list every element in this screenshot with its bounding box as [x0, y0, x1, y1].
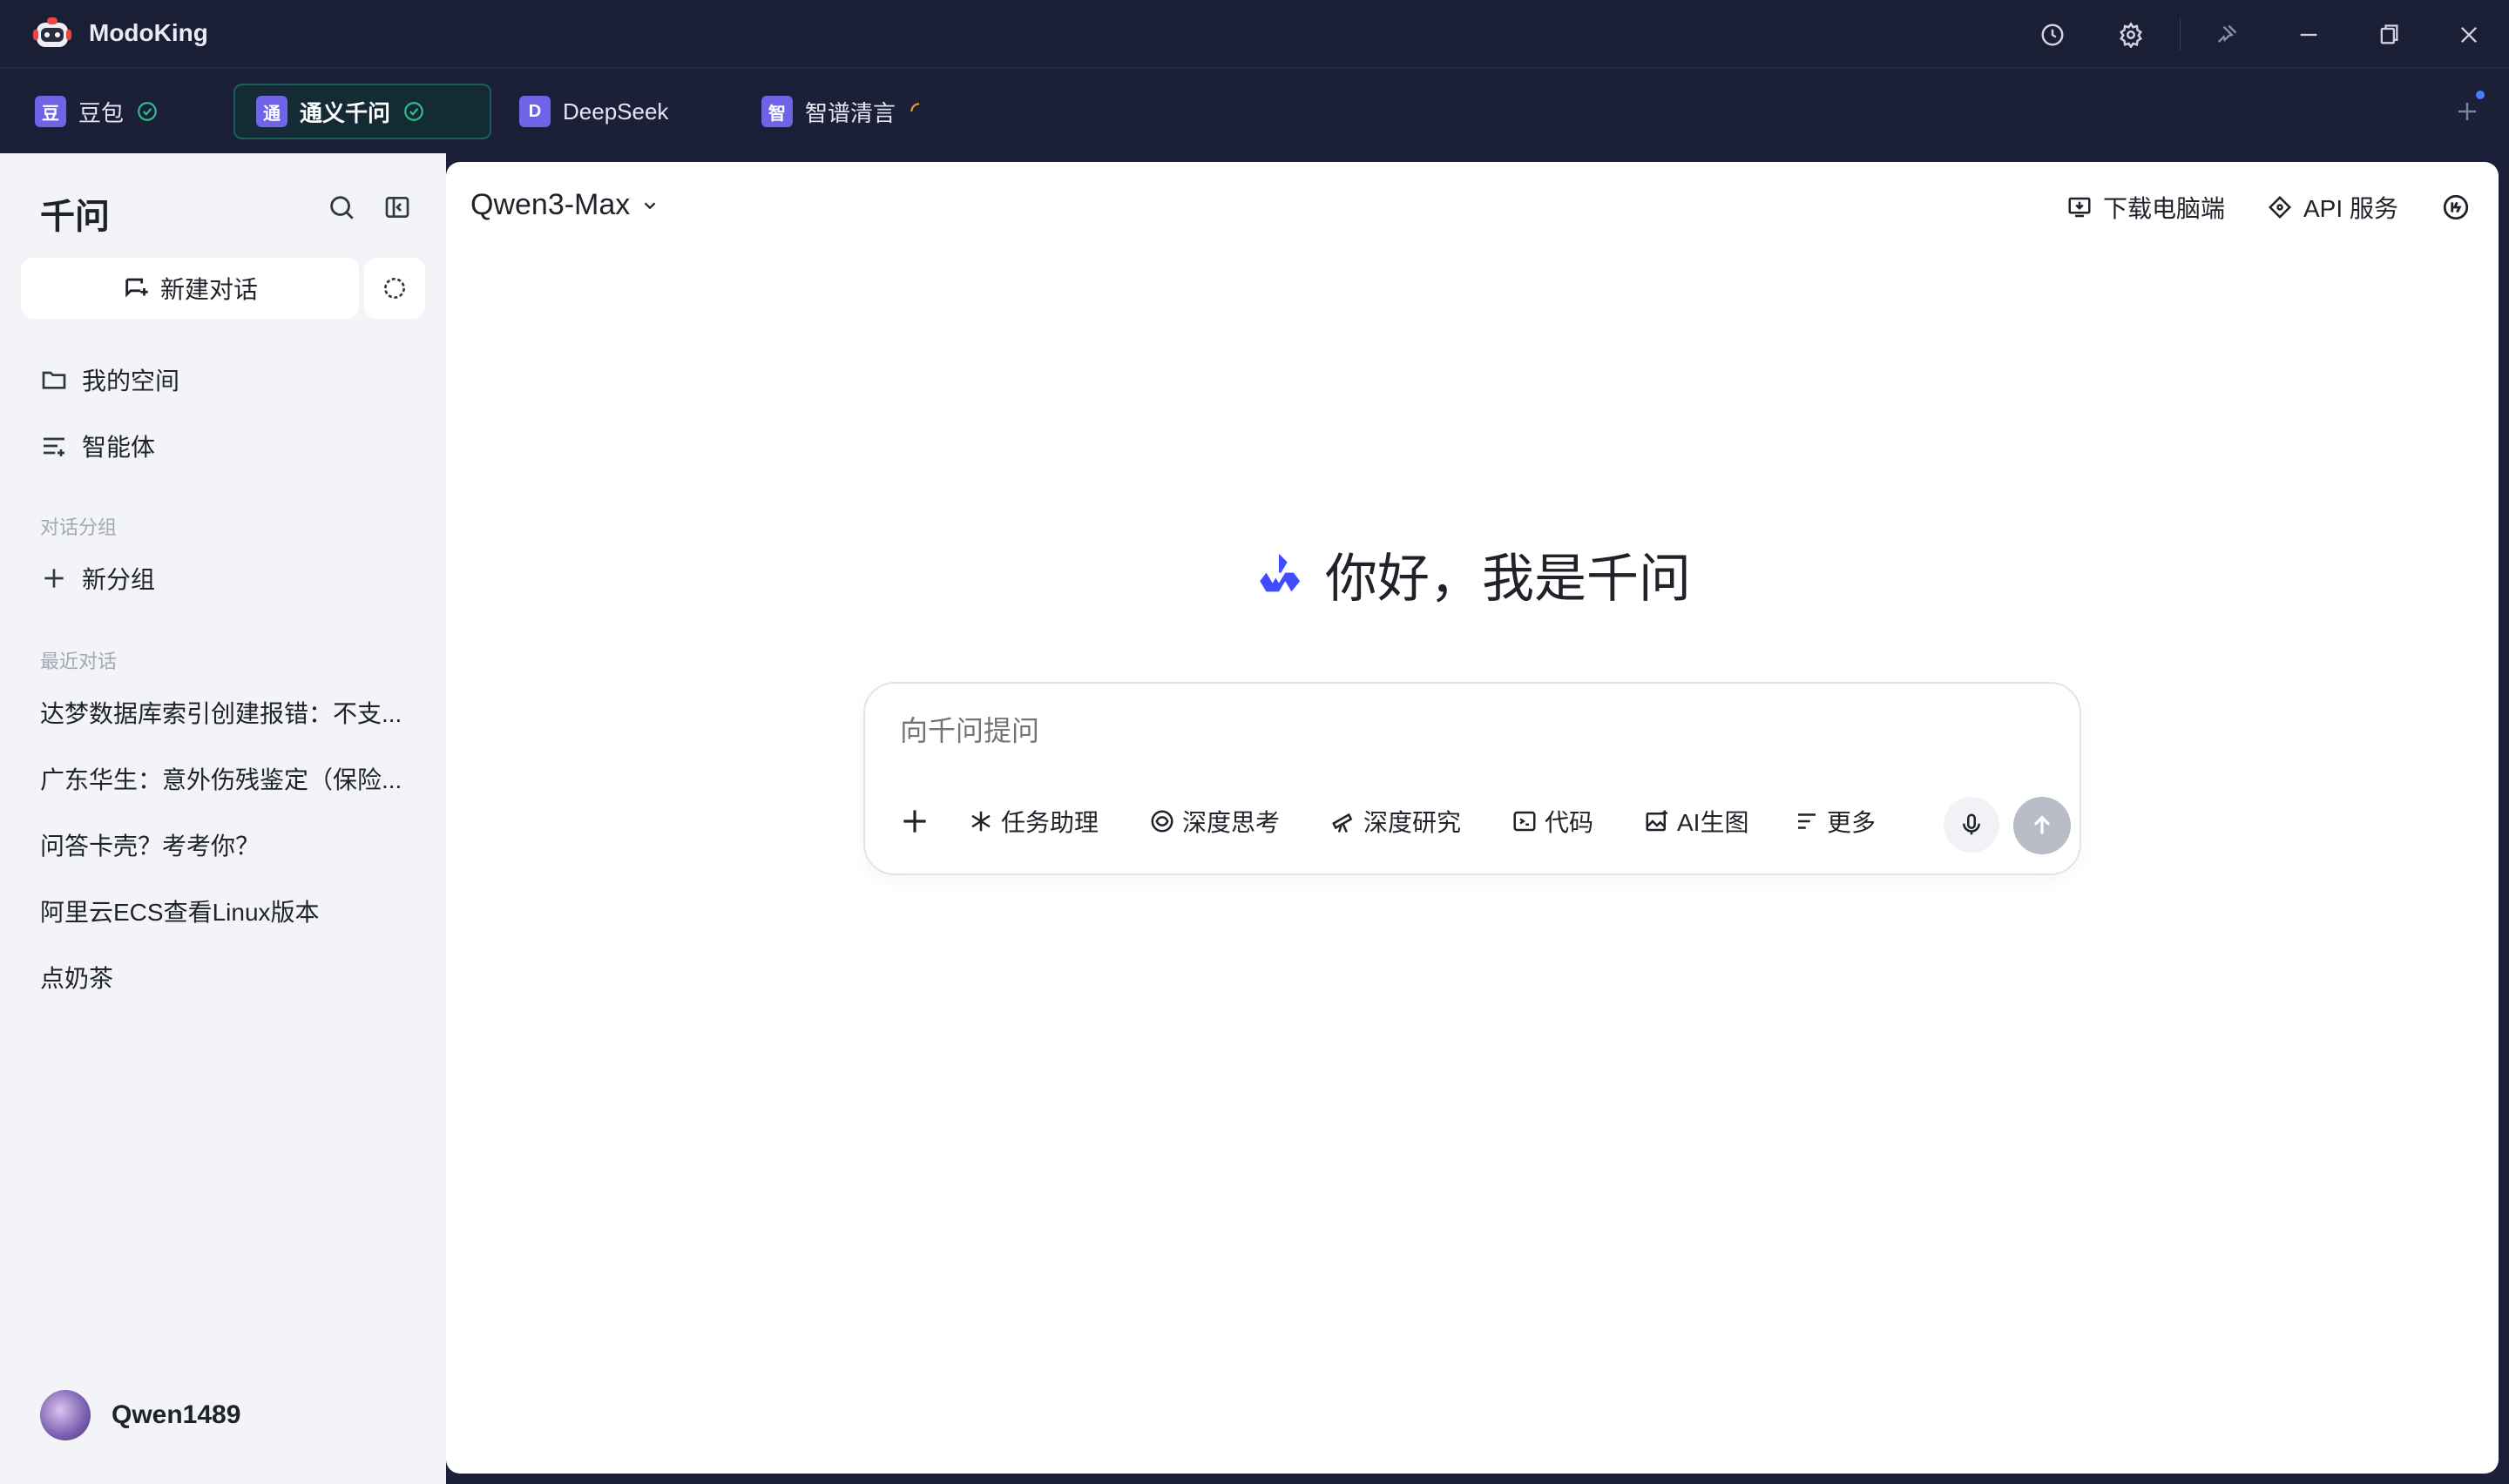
- tool-ai-image[interactable]: AI生图: [1644, 800, 1748, 842]
- download-icon: [2068, 197, 2091, 218]
- download-label: 下载电脑端: [2103, 195, 2226, 222]
- app-title: ModoKing: [89, 19, 208, 46]
- plus-icon: [903, 810, 926, 833]
- send-button[interactable]: [2013, 797, 2071, 854]
- sidebar-item-my-space[interactable]: 我的空间: [40, 361, 179, 399]
- history-icon[interactable]: [2033, 16, 2072, 54]
- tab-zhipu-qingyan[interactable]: 智 智谱清言: [761, 84, 953, 139]
- tool-more[interactable]: 更多: [1794, 800, 1876, 842]
- loading-spinner-icon: [908, 100, 930, 123]
- tab-badge: 豆: [35, 96, 66, 127]
- tab-label: 通义千问: [300, 99, 391, 126]
- tool-label: 深度思考: [1182, 809, 1281, 836]
- search-icon[interactable]: [322, 188, 361, 226]
- model-name: Qwen3-Max: [470, 188, 631, 221]
- recent-chat-item[interactable]: 阿里云ECS查看Linux版本: [40, 894, 415, 928]
- download-desktop-button[interactable]: 下载电脑端: [2066, 188, 2225, 226]
- avatar: [40, 1390, 91, 1440]
- close-icon[interactable]: [2450, 16, 2488, 54]
- user-profile[interactable]: Qwen1489: [40, 1390, 240, 1440]
- more-icon: [1798, 813, 1816, 829]
- new-group-button[interactable]: 新分组: [40, 559, 155, 597]
- restore-icon[interactable]: [2370, 16, 2408, 54]
- attach-button[interactable]: [898, 800, 938, 842]
- new-group-label: 新分组: [82, 566, 156, 593]
- agent-list-icon: [44, 437, 64, 456]
- recent-chat-item[interactable]: 问答卡壳？考考你？: [40, 827, 415, 862]
- chat-input[interactable]: [900, 715, 2032, 747]
- tool-label: 更多: [1827, 809, 1877, 836]
- greeting-text: 你好，我是千问: [1325, 550, 1691, 608]
- tool-deep-research[interactable]: 深度研究: [1330, 800, 1461, 842]
- membership-icon[interactable]: [2441, 188, 2481, 226]
- sidebar: 千问 新建对话 我的空间 智能体 对话分组 新分组 最近对话 达梦数据库索引创建…: [0, 153, 446, 1484]
- new-chat-icon: [125, 278, 148, 298]
- deep-think-icon: [1151, 810, 1173, 833]
- tool-label: 深度研究: [1363, 809, 1462, 836]
- greeting: 你好，我是千问: [446, 536, 2499, 612]
- api-label: API 服务: [2303, 195, 2398, 222]
- minimize-icon[interactable]: [2289, 16, 2328, 54]
- chevron-down-icon: [644, 201, 656, 209]
- settings-icon[interactable]: [2112, 16, 2150, 54]
- section-label-groups: 对话分组: [40, 516, 118, 538]
- qwen-logo-icon: [1260, 553, 1301, 591]
- tab-label: DeepSeek: [563, 98, 669, 125]
- new-chat-button[interactable]: 新建对话: [21, 258, 359, 319]
- arrow-up-icon: [2033, 815, 2051, 834]
- collapse-sidebar-icon[interactable]: [378, 188, 416, 226]
- check-circle-icon: [402, 100, 425, 123]
- api-service-button[interactable]: API 服务: [2267, 188, 2398, 226]
- pin-icon[interactable]: [2208, 16, 2246, 54]
- new-chat-label: 新建对话: [159, 276, 258, 303]
- tool-label: 代码: [1545, 809, 1594, 836]
- telescope-icon: [1332, 813, 1353, 833]
- tab-tongyi-qianwen[interactable]: 通 通义千问: [233, 84, 491, 139]
- tab-deepseek[interactable]: D DeepSeek: [519, 84, 711, 139]
- tool-label: 任务助理: [1001, 809, 1099, 836]
- chat-composer: 任务助理 深度思考 深度研究 代码 AI生图 更多: [863, 682, 2081, 875]
- main-panel: Qwen3-Max 下载电脑端 API 服务 你好，我是千问 任务助理 深度思考: [446, 162, 2499, 1474]
- api-icon: [2268, 195, 2292, 219]
- microphone-icon[interactable]: [1944, 797, 1999, 853]
- sidebar-item-agents[interactable]: 智能体: [40, 427, 155, 465]
- folder-icon: [42, 371, 66, 389]
- tool-deep-think[interactable]: 深度思考: [1149, 800, 1280, 842]
- check-circle-icon: [136, 100, 159, 123]
- tool-label: AI生图: [1677, 809, 1749, 836]
- sidebar-item-label: 智能体: [82, 434, 156, 461]
- sidebar-item-label: 我的空间: [82, 368, 180, 395]
- recent-chat-item[interactable]: 达梦数据库索引创建报错：不支...: [40, 695, 415, 730]
- notification-dot: [2476, 91, 2485, 99]
- code-icon: [1513, 811, 1536, 832]
- image-gen-icon: [1646, 810, 1667, 832]
- section-label-recent: 最近对话: [40, 651, 118, 672]
- tool-task-assistant[interactable]: 任务助理: [968, 800, 1099, 842]
- tab-badge: D: [519, 96, 551, 127]
- sidebar-title: 千问: [40, 198, 110, 236]
- title-bar: ModoKing: [0, 0, 2509, 68]
- quick-chat-icon[interactable]: [364, 258, 425, 319]
- separator: [2180, 17, 2181, 51]
- user-name: Qwen1489: [112, 1400, 241, 1429]
- tool-code[interactable]: 代码: [1511, 800, 1593, 842]
- tab-label: 豆包: [78, 99, 125, 126]
- recent-chat-item[interactable]: 点奶茶: [40, 960, 415, 995]
- plus-icon: [44, 569, 64, 588]
- tab-doubao[interactable]: 豆 豆包: [35, 84, 183, 139]
- tab-badge: 智: [761, 96, 793, 127]
- tab-label: 智谱清言: [805, 99, 896, 126]
- tab-badge: 通: [256, 96, 287, 127]
- model-selector[interactable]: Qwen3-Max: [470, 188, 659, 222]
- recent-chat-item[interactable]: 广东华生：意外伤残鉴定（保险...: [40, 761, 415, 796]
- app-logo-icon: [33, 17, 71, 47]
- sparkle-icon: [971, 811, 991, 832]
